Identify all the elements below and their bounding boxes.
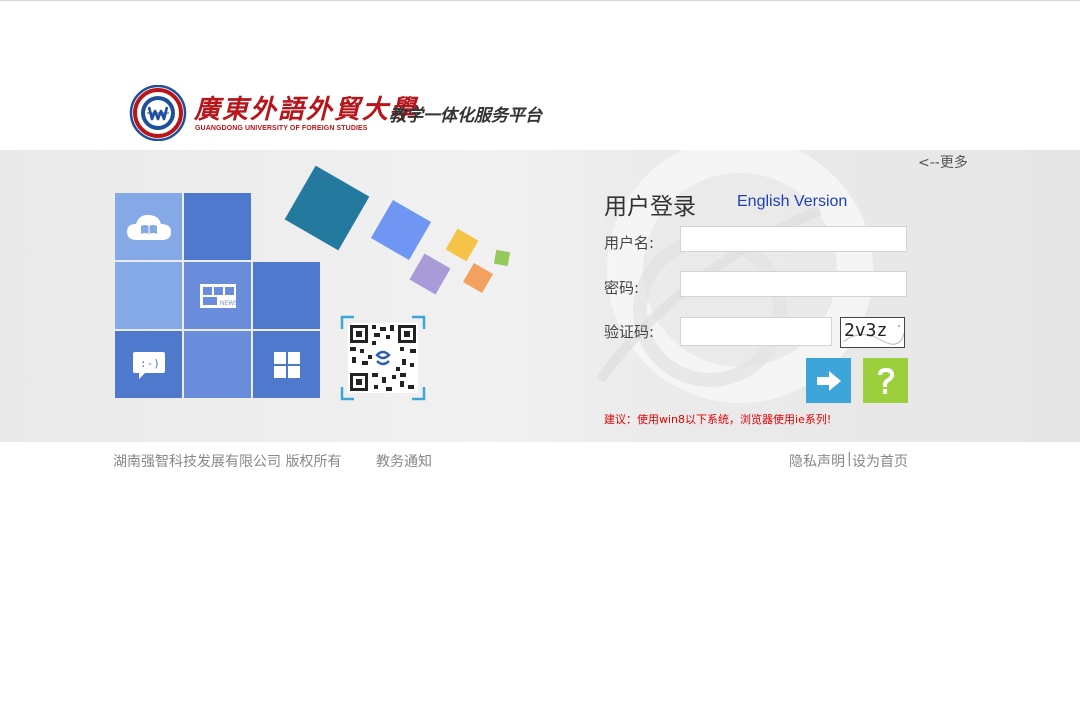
captcha-image[interactable]: 2v3z (840, 317, 905, 348)
more-link[interactable]: <--更多 (918, 152, 968, 172)
footer-privacy-link[interactable]: 隐私声明 (789, 451, 845, 471)
tile-blank-4 (184, 331, 251, 398)
captcha-text: 2v3z (844, 320, 888, 341)
footer-notice-link[interactable]: 教务通知 (376, 451, 432, 471)
university-logo: 廣東外語外貿大學 GUANGDONG UNIVERSITY OF FOREIGN… (129, 85, 569, 141)
decorative-square-teal (284, 165, 370, 251)
decorative-square-green (493, 249, 511, 267)
tile-blank-2 (115, 262, 182, 329)
tile-blank-3 (253, 262, 320, 329)
tile-blank-1 (184, 193, 251, 260)
university-name-en: GUANGDONG UNIVERSITY OF FOREIGN STUDIES (195, 125, 368, 132)
chat-tile-label: :-) (140, 357, 160, 370)
tile-chat[interactable]: :-) (115, 331, 182, 398)
username-label: 用户名: (604, 234, 655, 252)
captcha-label: 验证码: (604, 323, 655, 341)
question-icon (877, 367, 894, 394)
password-input[interactable] (680, 271, 907, 297)
login-button[interactable] (806, 358, 851, 403)
grid-icon (273, 351, 300, 378)
decorative-square-purple (409, 253, 451, 295)
help-button[interactable] (863, 358, 908, 403)
browser-tip: 建议：使用win8以下系统，浏览器使用ie系列! (604, 413, 832, 426)
footer-set-homepage-link[interactable]: 设为首页 (852, 451, 908, 471)
platform-title: 教学一体化服务平台 (389, 106, 542, 126)
university-name-cn: 廣東外語外貿大學 (194, 95, 419, 125)
tile-cloud[interactable] (115, 193, 182, 260)
footer-copyright: 湖南强智科技发展有限公司 版权所有 (113, 454, 342, 470)
tile-grid[interactable] (253, 331, 320, 398)
news-tile-label: NEWS (220, 301, 238, 307)
username-input[interactable] (680, 226, 907, 252)
captcha-input[interactable] (680, 317, 832, 346)
decorative-square-orange (462, 262, 494, 294)
chat-icon: :-) (132, 351, 165, 379)
cloud-book-icon (126, 214, 171, 240)
qr-code (340, 315, 426, 401)
footer-separator: | (847, 451, 852, 467)
university-seal-icon (129, 85, 187, 141)
english-version-link[interactable]: English Version (737, 193, 847, 211)
arrow-right-icon (816, 370, 841, 391)
login-title: 用户登录 (604, 194, 696, 220)
news-icon: NEWS (199, 283, 238, 308)
page-header: 廣東外語外貿大學 GUANGDONG UNIVERSITY OF FOREIGN… (0, 1, 1080, 150)
login-banner: <--更多 NEWS :-) 用户登录 English Version 用户名:… (0, 150, 1080, 442)
tile-news[interactable]: NEWS (184, 262, 251, 329)
password-label: 密码: (604, 279, 640, 297)
decorative-square-blue (370, 199, 432, 261)
decorative-square-yellow (445, 228, 479, 262)
